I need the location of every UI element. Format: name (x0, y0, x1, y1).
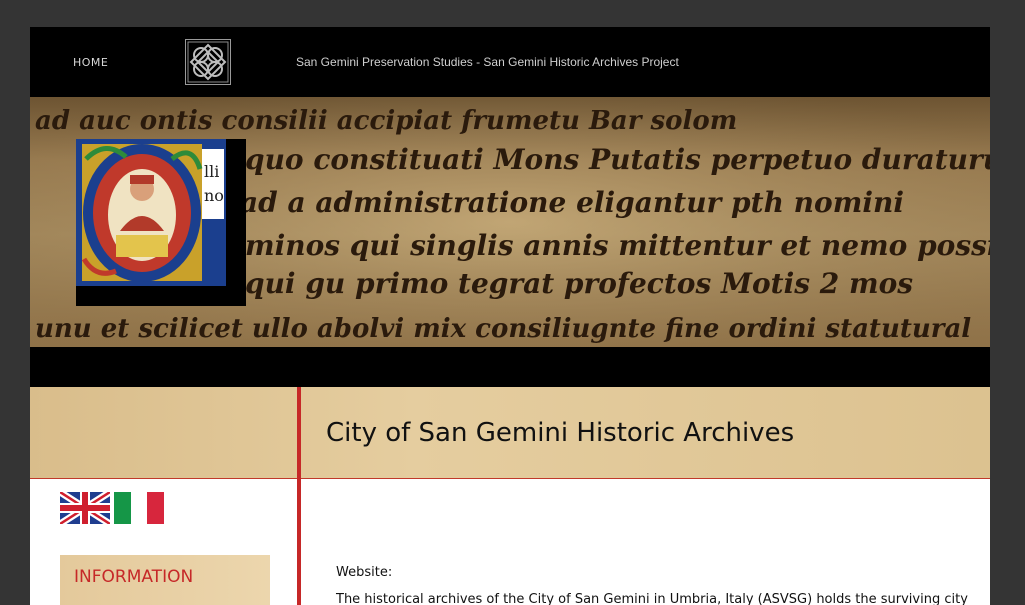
italian-flag-icon[interactable] (114, 492, 164, 524)
svg-text:no: no (204, 186, 224, 205)
website-label: Website: (336, 565, 393, 580)
information-heading: INFORMATION (74, 567, 194, 587)
manuscript-line-4: minos qui singlis annis mittentur et nem… (245, 229, 990, 262)
intro-paragraph: The historical archives of the City of S… (336, 592, 968, 605)
english-flag-icon[interactable] (58, 489, 112, 527)
site-title: San Gemini Preservation Studies - San Ge… (296, 55, 679, 69)
page-container: HOME San Gemini Preservation Studies - S… (30, 27, 990, 605)
illuminated-initial-image: lli no (76, 139, 246, 306)
site-logo-icon[interactable] (185, 39, 231, 85)
page-heading-strip: City of San Gemini Historic Archives (30, 387, 990, 479)
manuscript-line-6: unu et scilicet ullo abolvi mix consiliu… (35, 314, 971, 344)
banner-bottom-band (30, 347, 990, 387)
manuscript-line-5: qui gu primo tegrat profectos Motis 2 mo… (245, 267, 913, 300)
manuscript-line-3: ad a administratione eligantur pth nomin… (240, 186, 904, 219)
page-title: City of San Gemini Historic Archives (326, 418, 795, 448)
top-navigation-bar: HOME San Gemini Preservation Studies - S… (30, 27, 990, 97)
home-link[interactable]: HOME (73, 56, 108, 69)
information-menu-box[interactable]: INFORMATION (60, 555, 270, 605)
manuscript-line-1: ad auc ontis consilii accipiat frumetu B… (35, 106, 737, 136)
column-divider (297, 387, 301, 605)
manuscript-line-2: quo constituati Mons Putatis perpetuo du… (245, 143, 990, 176)
svg-text:lli: lli (204, 162, 219, 181)
manuscript-banner-image: ad auc ontis consilii accipiat frumetu B… (30, 97, 990, 347)
